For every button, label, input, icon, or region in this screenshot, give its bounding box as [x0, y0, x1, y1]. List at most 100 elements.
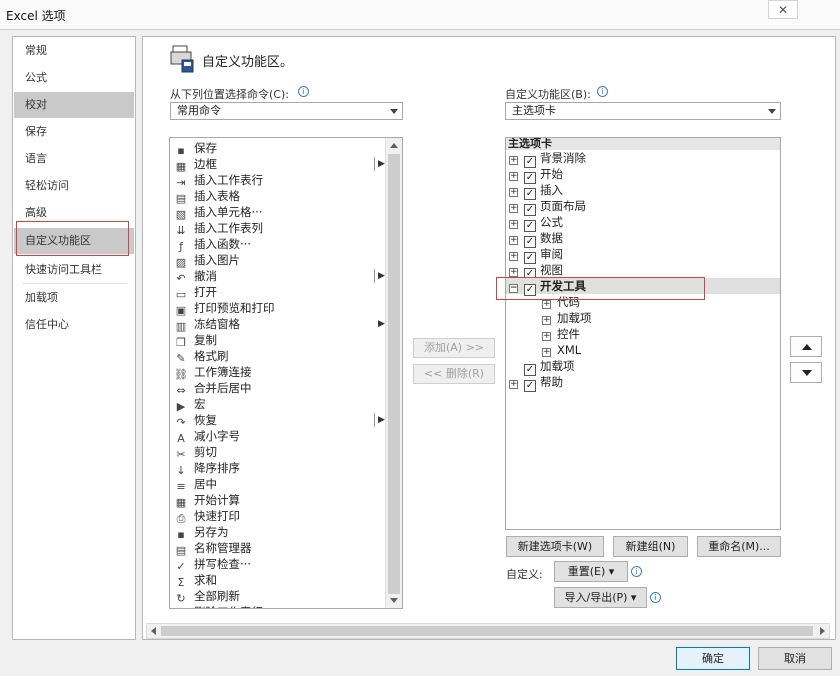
customize-ribbon-icon [170, 44, 194, 74]
command-item[interactable]: ▤ 名称管理器 [174, 540, 252, 557]
sidebar-item-quick-access-toolbar[interactable]: 快速访问工具栏 [14, 257, 134, 283]
command-item[interactable]: ▦ 边框 [174, 156, 217, 173]
sidebar-item-save[interactable]: 保存 [14, 119, 134, 145]
expand-icon[interactable]: + [509, 188, 518, 197]
command-item[interactable]: ▨ 插入图片 [174, 252, 240, 269]
command-item[interactable]: ▪ 保存 [174, 140, 217, 157]
sidebar-item-language[interactable]: 语言 [14, 146, 134, 172]
command-item[interactable]: ▥ 冻结窗格 [174, 316, 240, 333]
info-icon[interactable]: i [298, 86, 309, 97]
tree-tab[interactable]: + ✓ 数据 [509, 230, 563, 248]
command-label: 冻结窗格 [194, 317, 240, 331]
command-item[interactable]: ▣ 打印预览和打印 [174, 300, 275, 317]
checkbox[interactable]: ✓ [524, 380, 536, 392]
sidebar-item-add-ins[interactable]: 加载项 [14, 285, 134, 311]
remove-button[interactable]: << 删除(R) [413, 364, 495, 384]
command-item[interactable]: ▶ 宏 [174, 396, 206, 413]
command-item[interactable]: ▤ 插入表格 [174, 188, 240, 205]
expand-icon[interactable]: + [509, 252, 518, 261]
import-export-button[interactable]: 导入/导出(P) ▾ [554, 587, 647, 608]
command-item[interactable]: ▪ 另存为 [174, 524, 228, 541]
info-icon[interactable]: i [631, 566, 642, 577]
command-item[interactable]: A 减小字号 [174, 428, 240, 445]
new-tab-button[interactable]: 新建选项卡(W) [506, 536, 604, 557]
tree-tab[interactable]: + ✓ 视图 [509, 262, 563, 280]
command-item[interactable]: ↻ 全部刷新 [174, 588, 240, 605]
tree-tab[interactable]: ✓ 加载项 [509, 358, 575, 376]
command-item[interactable]: ⎙ 快速打印 [174, 508, 240, 525]
commands-from-value: 常用命令 [177, 104, 221, 117]
command-label: 格式刷 [194, 349, 229, 363]
expand-icon[interactable]: + [509, 204, 518, 213]
expand-icon[interactable]: + [509, 220, 518, 229]
info-icon[interactable]: i [597, 86, 608, 97]
scroll-left-icon[interactable] [151, 627, 156, 635]
command-item[interactable]: ✂ 剪切 [174, 444, 217, 461]
command-item[interactable]: ❐ 复制 [174, 332, 217, 349]
tree-group[interactable]: + XML [542, 342, 581, 358]
command-item[interactable]: ▦ 开始计算 [174, 492, 240, 509]
commands-scrollbar[interactable] [385, 138, 402, 608]
scroll-up-icon[interactable] [390, 143, 398, 148]
tree-group[interactable]: + 控件 [542, 326, 580, 342]
ribbon-dropdown[interactable]: 主选项卡 [505, 102, 781, 120]
tree-label: 控件 [557, 327, 580, 341]
rename-button[interactable]: 重命名(M)... [697, 536, 781, 557]
commands-from-dropdown[interactable]: 常用命令 [170, 102, 403, 120]
command-item[interactable]: ▧ 插入单元格··· [174, 204, 263, 221]
tree-tab[interactable]: + ✓ 审阅 [509, 246, 563, 264]
command-label: 撤消 [194, 269, 217, 283]
ribbon-tree[interactable]: 主选项卡 + ✓ 背景消除 + ✓ 开始 + ✓ 插入 + ✓ 页面布局 + ✓ 公式 + ✓ 数据 + ✓ 审阅 + ✓ 视… [505, 137, 781, 530]
cancel-button[interactable]: 取消 [758, 647, 832, 670]
expand-icon[interactable]: + [509, 156, 518, 165]
scrollbar-thumb[interactable] [161, 626, 813, 636]
command-item[interactable]: ⇊ 插入工作表列 [174, 220, 263, 237]
tree-tab[interactable]: + ✓ 插入 [509, 182, 563, 200]
tree-group[interactable]: + 加载项 [542, 310, 592, 326]
new-group-button[interactable]: 新建组(N) [613, 536, 688, 557]
tree-tab[interactable]: + ✓ 公式 [509, 214, 563, 232]
expand-icon[interactable]: + [542, 316, 551, 325]
tree-tab[interactable]: + ✓ 帮助 [509, 374, 563, 392]
move-up-button[interactable] [790, 336, 822, 357]
reset-button[interactable]: 重置(E) ▾ [554, 561, 628, 582]
expand-icon[interactable]: + [542, 332, 551, 341]
command-item[interactable]: ▭ 打开 [174, 284, 217, 301]
expand-icon[interactable]: + [509, 236, 518, 245]
expand-icon[interactable]: + [542, 348, 551, 357]
ok-button[interactable]: 确定 [676, 647, 750, 670]
command-item[interactable]: ✓ 拼写检查··· [174, 556, 251, 573]
command-item[interactable]: ⛓ 工作簿连接 [174, 364, 251, 381]
sidebar-item-formulas[interactable]: 公式 [14, 65, 134, 91]
command-item[interactable]: Σ 求和 [174, 572, 217, 589]
command-item[interactable]: ⇥ 插入工作表行 [174, 172, 263, 189]
sidebar-item-trust-center[interactable]: 信任中心 [14, 312, 134, 338]
expand-icon[interactable]: + [509, 172, 518, 181]
expand-icon[interactable]: + [542, 300, 551, 309]
expand-icon[interactable]: + [509, 268, 518, 277]
add-button[interactable]: 添加(A) >> [413, 338, 495, 358]
panel-hscrollbar[interactable] [146, 623, 830, 639]
close-button[interactable]: ✕ [768, 0, 798, 19]
tree-tab[interactable]: + ✓ 开始 [509, 166, 563, 184]
sidebar-item-general[interactable]: 常规 [14, 38, 134, 64]
scroll-down-icon[interactable] [390, 598, 398, 603]
scrollbar-thumb[interactable] [388, 154, 400, 594]
command-item[interactable]: ✎ 格式刷 [174, 348, 229, 365]
info-icon[interactable]: i [650, 592, 661, 603]
tree-tab[interactable]: + ✓ 背景消除 [509, 150, 586, 168]
command-item[interactable]: ⇤ 删除工作表行 [174, 604, 263, 608]
expand-icon[interactable]: + [509, 380, 518, 389]
commands-list[interactable]: ▪ 保存 ▦ 边框 ▶ ⇥ 插入工作表行 ▤ 插入表格 ▧ 插入单元格··· ⇊ 插入工作表列 ƒ 插入函数… [169, 137, 403, 609]
command-item[interactable]: ƒ 插入函数··· [174, 236, 251, 253]
move-down-button[interactable] [790, 362, 822, 383]
tree-tab[interactable]: + ✓ 页面布局 [509, 198, 586, 216]
sidebar-item-proofing[interactable]: 校对 [14, 92, 134, 118]
command-item[interactable]: ≡ 居中 [174, 476, 217, 493]
command-item[interactable]: ↷ 恢复 [174, 412, 217, 429]
scroll-right-icon[interactable] [820, 627, 825, 635]
sidebar-item-accessibility[interactable]: 轻松访问 [14, 173, 134, 199]
command-item[interactable]: ↶ 撤消 [174, 268, 217, 285]
command-item[interactable]: ⇔ 合并后居中 [174, 380, 251, 397]
command-item[interactable]: ↓ 降序排序 [174, 460, 240, 477]
